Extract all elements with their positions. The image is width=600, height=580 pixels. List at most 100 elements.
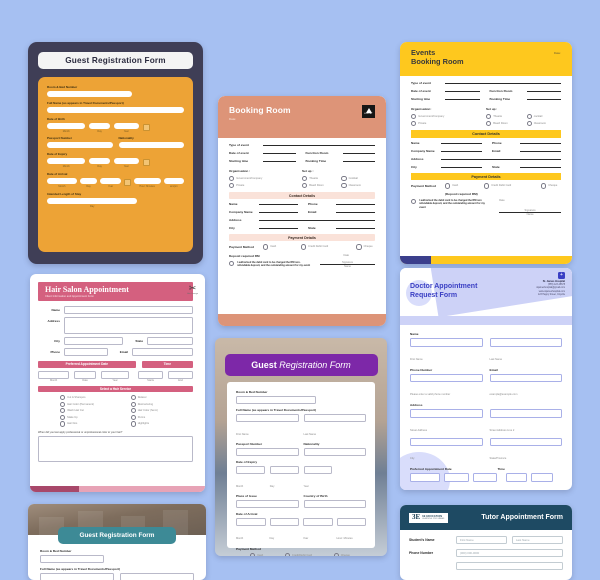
arrival-month-input[interactable] — [236, 518, 266, 526]
state-input[interactable] — [336, 227, 375, 230]
radio-cocktail[interactable] — [341, 176, 347, 182]
radio-perms[interactable] — [130, 414, 136, 420]
room-input[interactable] — [47, 91, 132, 97]
booking-time-input[interactable] — [526, 98, 561, 100]
time-start-input[interactable] — [506, 473, 528, 482]
radio-cheque[interactable] — [333, 553, 339, 556]
radio-theatre[interactable] — [302, 176, 308, 182]
country-of-birth-input[interactable] — [303, 500, 366, 508]
radio-private[interactable] — [229, 183, 235, 189]
expiry-day-input[interactable] — [269, 466, 299, 474]
email-input[interactable] — [520, 150, 561, 152]
radio-cut-shampoo[interactable] — [60, 395, 66, 401]
address-input[interactable] — [259, 219, 375, 222]
company-input[interactable] — [441, 150, 482, 152]
card-guest-registration-navy[interactable]: Guest Registration Form Room & Bed Numbe… — [28, 42, 203, 264]
time-end-input[interactable] — [531, 473, 553, 482]
name-input[interactable] — [64, 306, 193, 314]
time-end-input[interactable] — [168, 370, 193, 379]
radio-cash[interactable] — [263, 244, 269, 250]
type-of-event-input[interactable] — [445, 82, 561, 84]
card-tutor-appointment[interactable]: 3E 3E EDUCATION LEARNING PROGRAMS Tutor … — [400, 505, 572, 580]
city-input[interactable] — [259, 227, 298, 230]
phone-input[interactable] — [520, 142, 561, 144]
card-guest-registration-purple[interactable]: Guest Registration Form Room & Bed Numbe… — [215, 338, 387, 556]
state-province-input[interactable] — [489, 437, 562, 446]
expiry-day-input[interactable] — [89, 158, 110, 164]
radio-hair-dos[interactable] — [60, 421, 66, 427]
last-name-input[interactable] — [489, 338, 562, 347]
radio-theatre[interactable] — [486, 114, 492, 120]
color-history-textarea[interactable] — [38, 435, 193, 462]
room-input[interactable] — [236, 396, 316, 404]
function-room-input[interactable] — [342, 152, 375, 154]
dob-day-input[interactable] — [89, 123, 110, 129]
street-address-2-input[interactable] — [489, 409, 562, 418]
room-input[interactable] — [40, 555, 104, 563]
radio-classroom[interactable] — [526, 121, 532, 127]
first-name-input[interactable]: First Name — [456, 536, 507, 544]
date-year-input[interactable] — [101, 370, 130, 379]
radio-cash[interactable] — [445, 183, 451, 189]
radio-board-room[interactable] — [486, 121, 492, 127]
state-input[interactable] — [147, 337, 193, 345]
dob-year-input[interactable] — [113, 123, 139, 129]
radio-classroom[interactable] — [341, 183, 347, 189]
type-of-event-input[interactable] — [263, 144, 375, 146]
date-of-event-input[interactable] — [445, 90, 480, 92]
starting-time-input[interactable] — [445, 98, 480, 100]
first-name-input[interactable] — [410, 338, 483, 347]
radio-hair-color-permanent[interactable] — [60, 401, 66, 407]
arrival-ampm-input[interactable] — [163, 178, 185, 184]
arrival-year-input[interactable] — [303, 518, 333, 526]
date-month-input[interactable] — [38, 370, 70, 379]
extra-input[interactable] — [456, 562, 563, 570]
city-input[interactable] — [441, 166, 482, 168]
radio-cocktail[interactable] — [526, 114, 532, 120]
expiry-month-input[interactable] — [47, 158, 86, 164]
checkbox-authorization[interactable] — [229, 260, 235, 266]
card-guest-registration-teal[interactable]: Guest Registration Form Room & Bed Numbe… — [28, 504, 206, 580]
stay-input[interactable] — [47, 198, 138, 204]
address-input[interactable] — [441, 158, 561, 160]
date-date-input[interactable] — [74, 370, 97, 379]
nationality-input[interactable] — [303, 448, 366, 456]
arrival-hour-input[interactable] — [336, 518, 366, 526]
first-name-input[interactable] — [236, 414, 299, 422]
phone-input[interactable] — [410, 373, 483, 382]
date-month-input[interactable] — [410, 473, 441, 482]
name-input[interactable] — [259, 203, 298, 206]
arrival-year-input[interactable] — [100, 178, 121, 184]
starting-time-input[interactable] — [263, 160, 296, 162]
radio-cheque[interactable] — [541, 183, 547, 189]
email-input[interactable] — [336, 211, 375, 214]
place-of-issue-input[interactable] — [236, 500, 299, 508]
calendar-icon[interactable] — [123, 178, 131, 186]
phone-input[interactable]: (000) 000-0000 — [456, 549, 563, 557]
card-events-booking-room-yellow[interactable]: Events Booking Room Date: Type of event D… — [400, 42, 572, 264]
arrival-hour-input[interactable] — [133, 178, 161, 184]
expiry-month-input[interactable] — [236, 466, 265, 474]
name-input[interactable] — [441, 142, 482, 144]
radio-credit-debit-card[interactable] — [484, 183, 490, 189]
expiry-year-input[interactable] — [303, 466, 333, 474]
phone-input[interactable] — [336, 203, 375, 206]
expiry-year-input[interactable] — [113, 158, 139, 164]
email-input[interactable] — [132, 348, 193, 356]
calendar-icon[interactable] — [142, 158, 150, 166]
address-input[interactable] — [64, 317, 193, 334]
passport-input[interactable] — [236, 448, 299, 456]
passport-input[interactable] — [47, 142, 113, 148]
city-input[interactable] — [410, 437, 483, 446]
card-booking-room-salmon[interactable]: Booking Room Date: LUXURY Type of event … — [218, 96, 386, 326]
radio-highlights[interactable] — [130, 421, 136, 427]
dob-month-input[interactable] — [47, 123, 86, 129]
date-date-input[interactable] — [444, 473, 469, 482]
last-name-input[interactable] — [120, 573, 194, 580]
card-hair-salon-appointment[interactable]: Hair Salon Appointment Client Informatio… — [30, 274, 205, 492]
state-input[interactable] — [520, 166, 561, 168]
checkbox-authorization[interactable] — [411, 198, 417, 204]
last-name-input[interactable] — [303, 414, 366, 422]
radio-wash-hair-cut[interactable] — [60, 408, 66, 414]
fullname-input[interactable] — [47, 107, 184, 113]
